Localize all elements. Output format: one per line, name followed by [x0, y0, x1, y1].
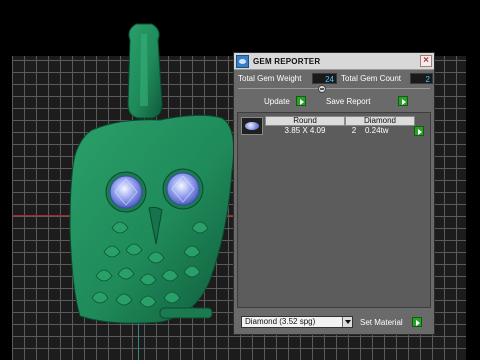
gem-reporter-icon	[236, 55, 249, 68]
material-row: Diamond (3.52 spg) Set Material	[238, 315, 432, 329]
gem-table: Round Diamond 3.85 X 4.09 2 0.24tw	[265, 116, 415, 137]
totals-row: Total Gem Weight 24 Total Gem Count 2	[237, 73, 433, 85]
close-button[interactable]: ×	[420, 55, 432, 67]
total-gem-weight-label: Total Gem Weight	[238, 74, 302, 83]
column-header-stone: Diamond	[345, 116, 415, 126]
update-label: Update	[264, 97, 290, 106]
gem-row-go-button[interactable]	[414, 126, 424, 136]
gem-size: 3.85 X 4.09	[284, 126, 326, 135]
total-gem-count-label: Total Gem Count	[341, 74, 402, 83]
owl-eye-left	[105, 171, 147, 213]
update-button[interactable]	[296, 96, 306, 106]
save-report-label: Save Report	[326, 97, 371, 106]
gem-thumbnail-icon	[241, 117, 263, 135]
collapse-toggle-icon[interactable]	[318, 85, 326, 93]
material-select-value: Diamond (3.52 spg)	[245, 317, 316, 326]
save-report-button[interactable]	[398, 96, 408, 106]
gem-reporter-panel: GEM REPORTER × Total Gem Weight 24 Total…	[233, 52, 435, 335]
chevron-down-icon[interactable]	[342, 317, 352, 327]
material-select[interactable]: Diamond (3.52 spg)	[241, 316, 353, 328]
gem-list[interactable]: Round Diamond 3.85 X 4.09 2 0.24tw	[237, 112, 431, 308]
total-gem-count-value: 2	[410, 73, 433, 84]
set-material-button[interactable]	[412, 317, 422, 327]
total-gem-weight-value: 24	[312, 73, 337, 84]
actions-row: Update Save Report	[237, 96, 433, 108]
column-header-shape: Round	[265, 116, 345, 126]
gem-weight: 0.24tw	[365, 126, 389, 135]
owl-eye-right	[162, 168, 204, 210]
panel-title-bar[interactable]: GEM REPORTER ×	[234, 53, 434, 70]
panel-title: GEM REPORTER	[253, 57, 321, 66]
divider	[238, 88, 430, 89]
table-row[interactable]: 3.85 X 4.09 2 0.24tw	[265, 126, 415, 137]
pendant-bail	[127, 23, 163, 119]
gem-table-header: Round Diamond	[265, 116, 415, 126]
set-material-label: Set Material	[360, 318, 403, 327]
gem-count: 2	[351, 126, 357, 135]
